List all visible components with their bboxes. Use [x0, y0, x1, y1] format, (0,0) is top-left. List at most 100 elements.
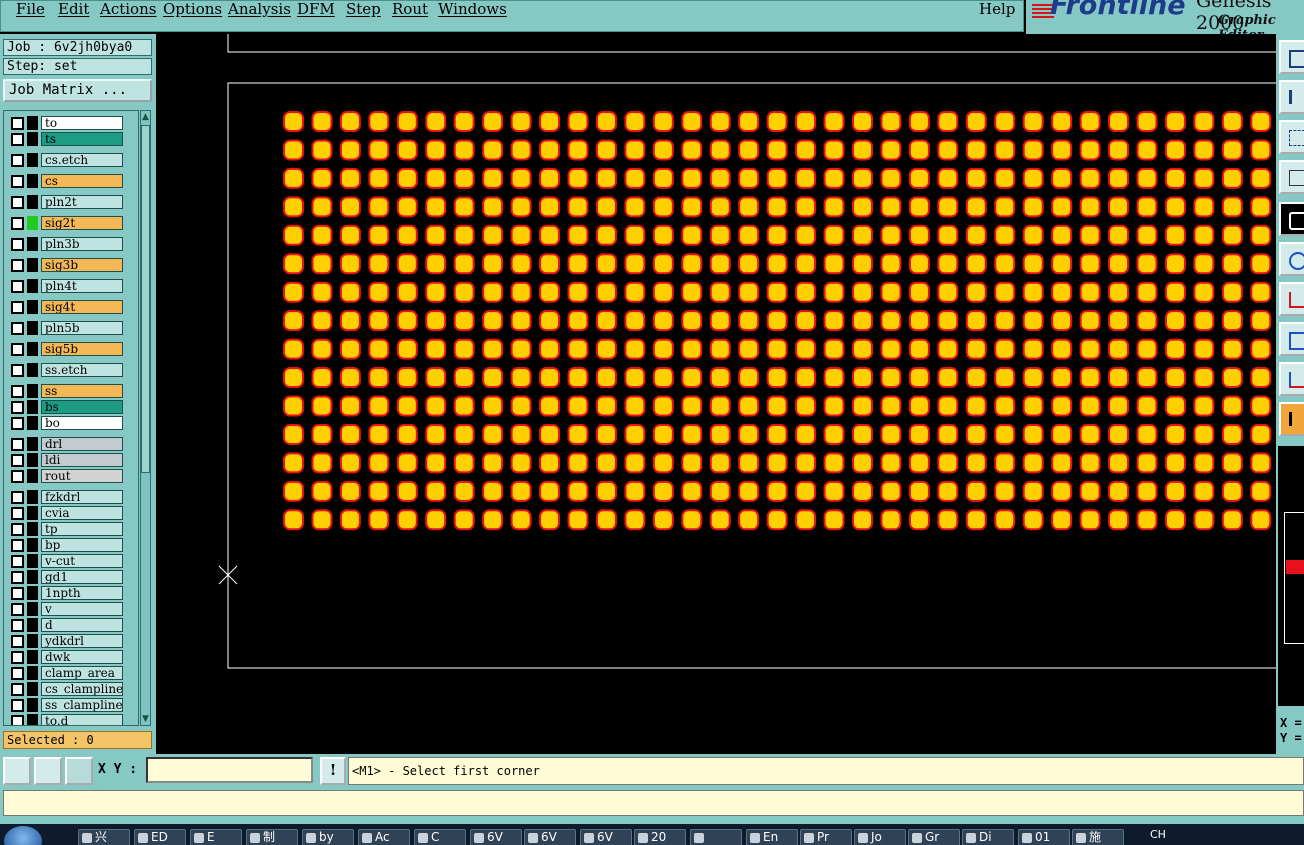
tool-angle-icon[interactable] [1279, 362, 1304, 396]
pad[interactable] [852, 480, 873, 502]
pad[interactable] [795, 224, 817, 246]
pad[interactable] [1136, 452, 1158, 474]
taskbar-button[interactable]: 制 [246, 829, 298, 845]
pad[interactable] [766, 281, 788, 303]
pad[interactable] [1079, 395, 1101, 417]
pad[interactable] [510, 367, 532, 389]
pad[interactable] [453, 452, 475, 474]
layer-row[interactable]: ss.etch [7, 363, 137, 377]
pad[interactable] [965, 111, 987, 132]
pad[interactable] [482, 310, 504, 332]
pad[interactable] [283, 367, 304, 389]
pad[interactable] [283, 310, 304, 332]
layer-row[interactable]: pln2t [7, 195, 137, 209]
pad[interactable] [965, 196, 987, 218]
pad[interactable] [709, 423, 731, 445]
layer-row[interactable]: ts [7, 132, 137, 146]
layer-name[interactable]: ldi [41, 453, 123, 467]
pad[interactable] [937, 253, 959, 275]
pad[interactable] [1193, 338, 1215, 360]
layer-checkbox[interactable] [11, 438, 24, 451]
pad[interactable] [339, 338, 361, 360]
pad[interactable] [880, 310, 902, 332]
pad[interactable] [681, 196, 703, 218]
pad[interactable] [965, 367, 987, 389]
pad[interactable] [396, 167, 418, 189]
layer-row[interactable]: rout [7, 469, 137, 483]
layer-checkbox[interactable] [11, 507, 24, 520]
pad[interactable] [1079, 367, 1101, 389]
pad[interactable] [311, 111, 333, 132]
pad[interactable] [283, 338, 304, 360]
layer-list-scrollbar[interactable]: ▲ ▼ [140, 110, 151, 726]
layer-name[interactable]: sig3b [41, 258, 123, 272]
pad[interactable] [1051, 111, 1073, 132]
pad[interactable] [880, 338, 902, 360]
pad[interactable] [339, 253, 361, 275]
pad[interactable] [311, 395, 333, 417]
pad[interactable] [339, 281, 361, 303]
tool-fit-icon[interactable] [1279, 120, 1304, 154]
pad[interactable] [823, 338, 845, 360]
layer-checkbox[interactable] [11, 196, 24, 209]
layer-checkbox[interactable] [11, 571, 24, 584]
pad[interactable] [652, 196, 674, 218]
layer-row[interactable]: fzkdrl [7, 490, 137, 504]
pcb-view[interactable] [158, 34, 1276, 754]
pad[interactable] [453, 167, 475, 189]
pad[interactable] [994, 423, 1016, 445]
layer-row[interactable]: ydkdrl [7, 634, 137, 648]
pad[interactable] [1136, 367, 1158, 389]
pad[interactable] [368, 509, 390, 531]
layer-name[interactable]: sig4t [41, 300, 123, 314]
pad[interactable] [624, 452, 646, 474]
pad[interactable] [283, 423, 304, 445]
pad[interactable] [738, 338, 760, 360]
pad[interactable] [1079, 224, 1101, 246]
pad[interactable] [368, 452, 390, 474]
pad[interactable] [339, 367, 361, 389]
pad[interactable] [1108, 367, 1130, 389]
pad[interactable] [766, 310, 788, 332]
pad[interactable] [1022, 196, 1044, 218]
pad[interactable] [738, 253, 760, 275]
pad[interactable] [1164, 281, 1186, 303]
layer-name[interactable]: bo [41, 416, 123, 430]
pad[interactable] [1079, 452, 1101, 474]
pad[interactable] [595, 423, 617, 445]
pad[interactable] [567, 224, 589, 246]
input-language[interactable]: CH [1150, 828, 1166, 841]
pad[interactable] [368, 196, 390, 218]
pad[interactable] [937, 395, 959, 417]
pad[interactable] [681, 111, 703, 132]
pad[interactable] [994, 395, 1016, 417]
pad[interactable] [1164, 111, 1186, 132]
menu-analysis[interactable]: Analysis [228, 0, 291, 18]
pad[interactable] [1051, 196, 1073, 218]
layer-row[interactable]: drl [7, 437, 137, 451]
pad[interactable] [1079, 111, 1101, 132]
layer-checkbox[interactable] [11, 133, 24, 146]
pad[interactable] [510, 111, 532, 132]
layer-checkbox[interactable] [11, 301, 24, 314]
pad[interactable] [652, 310, 674, 332]
layer-name[interactable]: drl [41, 437, 123, 451]
pad[interactable] [1136, 480, 1158, 502]
pad[interactable] [510, 224, 532, 246]
layer-name[interactable]: tp [41, 522, 123, 536]
layer-name[interactable]: sig5b [41, 342, 123, 356]
pad[interactable] [1164, 253, 1186, 275]
layer-row[interactable]: dwk [7, 650, 137, 664]
layer-name[interactable]: to [41, 116, 123, 130]
taskbar-button[interactable]: Jo [854, 829, 906, 845]
pad[interactable] [368, 480, 390, 502]
pad[interactable] [1250, 310, 1272, 332]
taskbar-button[interactable]: Pr [800, 829, 852, 845]
layer-checkbox[interactable] [11, 603, 24, 616]
pad[interactable] [1164, 395, 1186, 417]
pad[interactable] [1193, 167, 1215, 189]
pad[interactable] [852, 111, 873, 132]
pad[interactable] [994, 480, 1016, 502]
pad[interactable] [795, 310, 817, 332]
layer-row[interactable]: pln5b [7, 321, 137, 335]
